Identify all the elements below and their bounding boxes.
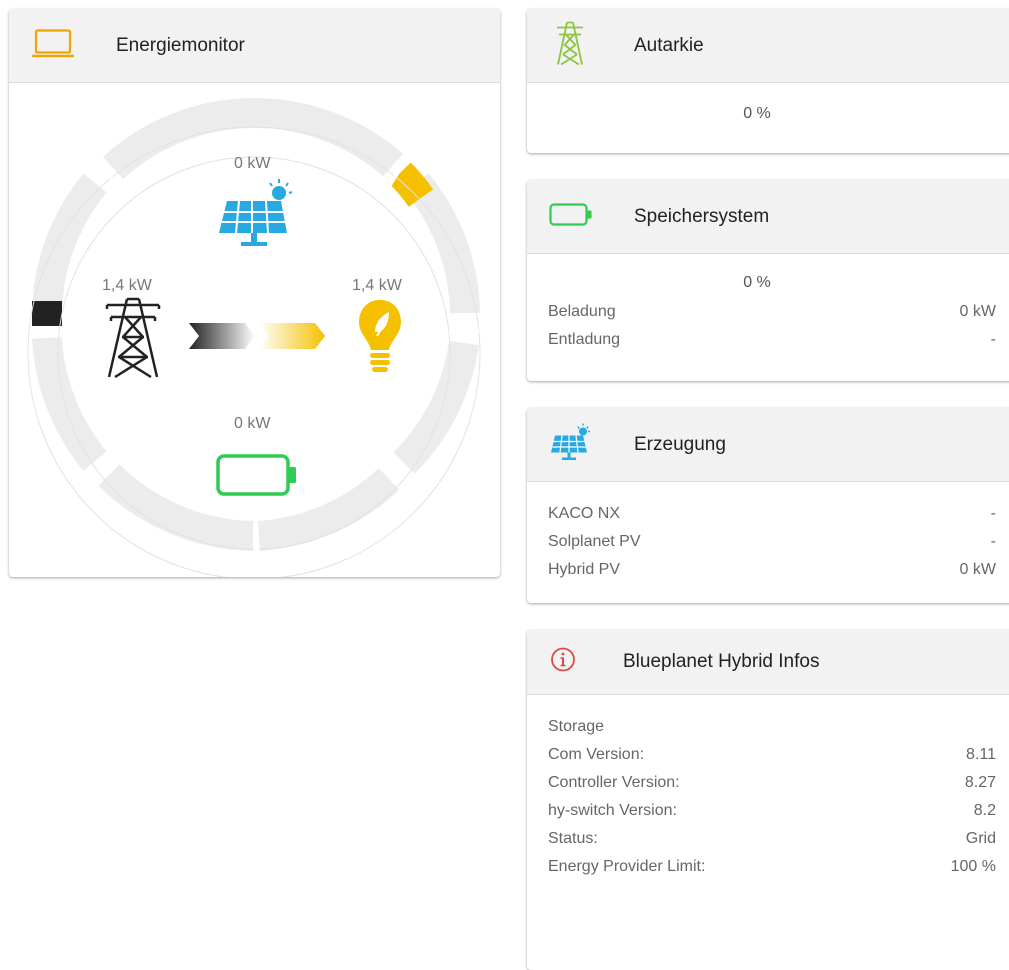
speichersystem-header: Speichersystem [527, 180, 1009, 254]
speicher-rows: Beladung 0 kW Entladung - [527, 298, 1009, 354]
speichersystem-title: Speichersystem [634, 205, 770, 227]
row-value: 8.11 [966, 746, 996, 763]
row-value: - [990, 331, 996, 348]
consumption-power-value: 1,4 kW [352, 277, 402, 294]
speicher-row-entladung: Entladung - [548, 326, 996, 354]
blueplanet-row-com-version: Com Version: 8.11 [548, 741, 996, 769]
solar-panel-icon [215, 177, 295, 254]
blueplanet-row-controller-version: Controller Version: 8.27 [548, 769, 996, 797]
laptop-icon [31, 28, 75, 63]
grid-ring-indicator [32, 301, 62, 326]
erzeugung-rows: KACO NX - Solplanet PV - Hybrid PV 0 kW [527, 482, 1009, 584]
erzeugung-row-kaco: KACO NX - [548, 500, 996, 528]
battery-icon [216, 454, 298, 503]
speicher-soc-value: 0 % [743, 274, 771, 291]
row-label: Status: [548, 830, 598, 847]
autarkie-header: Autarkie [527, 9, 1009, 83]
row-value: 0 kW [959, 303, 996, 320]
row-label: Energy Provider Limit: [548, 858, 706, 875]
erzeugung-title: Erzeugung [634, 433, 726, 455]
blueplanet-header: Blueplanet Hybrid Infos [527, 630, 1009, 695]
blueplanet-section-storage: Storage [548, 713, 996, 741]
battery-icon [549, 202, 593, 231]
info-icon [549, 646, 577, 679]
row-value: 8.2 [973, 802, 996, 819]
row-label: KACO NX [548, 505, 621, 522]
row-label: Com Version: [548, 746, 645, 763]
blueplanet-row-provider-limit: Energy Provider Limit: 100 % [548, 853, 996, 881]
solar-power-value: 0 kW [234, 155, 271, 172]
autarkie-card: Autarkie 0 % [527, 9, 1009, 153]
autarkie-value: 0 % [743, 105, 771, 122]
autarkie-title: Autarkie [634, 34, 704, 56]
erzeugung-row-hybrid: Hybrid PV 0 kW [548, 556, 996, 584]
row-value: - [990, 533, 996, 550]
row-value: Grid [965, 830, 996, 847]
blueplanet-row-status: Status: Grid [548, 825, 996, 853]
battery-power-value: 0 kW [234, 415, 271, 432]
speichersystem-card: Speichersystem 0 % Beladung 0 kW Entladu… [527, 180, 1009, 381]
energy-flow-diagram: 0 kW 1,4 kW 1,4 kW 0 kW [9, 83, 500, 577]
section-label: Storage [548, 718, 605, 735]
blueplanet-card: Blueplanet Hybrid Infos Storage Com Vers… [527, 630, 1009, 970]
row-label: Controller Version: [548, 774, 680, 791]
energy-monitor-header: Energiemonitor [9, 9, 500, 83]
row-value: 8.27 [964, 774, 996, 791]
solar-panel-icon [549, 423, 591, 466]
consumer-ring-indicator [389, 162, 434, 207]
power-pylon-icon [555, 21, 585, 70]
power-pylon-icon [103, 297, 163, 384]
row-label: Solplanet PV [548, 533, 641, 550]
row-value: - [990, 505, 996, 522]
energy-monitor-title: Energiemonitor [116, 34, 245, 56]
energy-monitor-card: Energiemonitor 0 kW 1,4 kW 1,4 kW 0 kW [9, 9, 500, 577]
row-label: Entladung [548, 331, 621, 348]
erzeugung-header: Erzeugung [527, 408, 1009, 482]
erzeugung-card: Erzeugung KACO NX - Solplanet PV - Hybri… [527, 408, 1009, 603]
erzeugung-row-solplanet: Solplanet PV - [548, 528, 996, 556]
row-label: Hybrid PV [548, 561, 621, 578]
blueplanet-row-hyswitch-version: hy-switch Version: 8.2 [548, 797, 996, 825]
row-value: 100 % [950, 858, 996, 875]
blueplanet-title: Blueplanet Hybrid Infos [623, 651, 820, 672]
row-value: 0 kW [959, 561, 996, 578]
row-label: hy-switch Version: [548, 802, 677, 819]
flow-arrows [189, 323, 325, 349]
lightbulb-icon [357, 298, 403, 379]
blueplanet-rows: Storage Com Version: 8.11 Controller Ver… [527, 695, 1009, 881]
row-label: Beladung [548, 303, 616, 320]
speicher-row-beladung: Beladung 0 kW [548, 298, 996, 326]
grid-power-value: 1,4 kW [102, 277, 152, 294]
